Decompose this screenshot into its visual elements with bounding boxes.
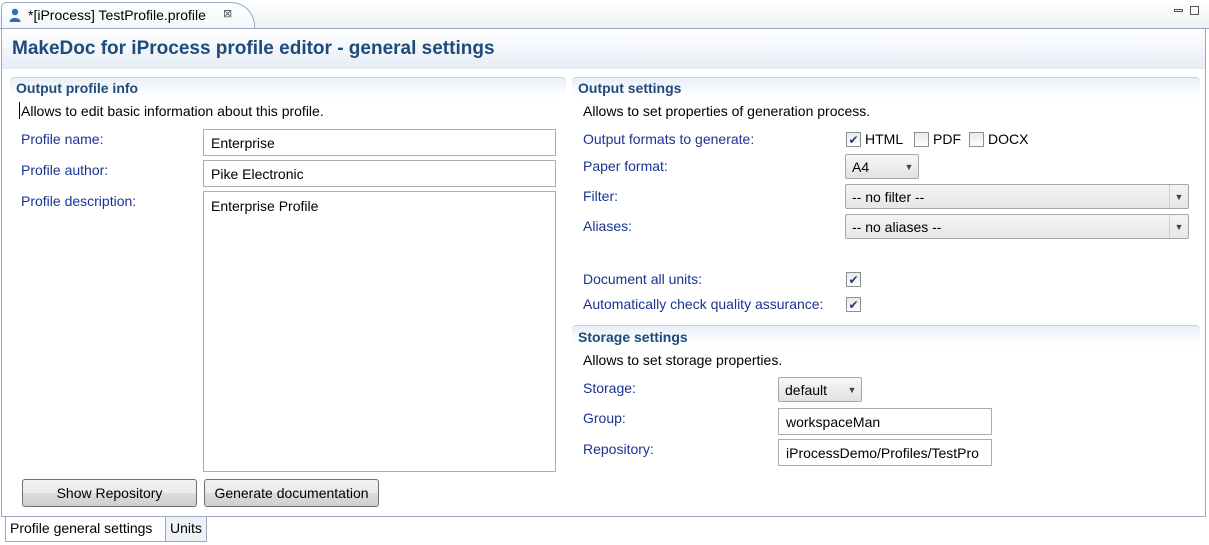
tab-units[interactable]: Units bbox=[165, 517, 207, 542]
output-settings-title: Output settings bbox=[578, 80, 682, 96]
storage-select[interactable]: default ▼ bbox=[778, 377, 862, 402]
group-input[interactable]: workspaceMan bbox=[778, 408, 992, 435]
generate-documentation-button[interactable]: Generate documentation bbox=[204, 479, 379, 507]
pdf-format-label: PDF bbox=[933, 131, 961, 147]
show-repository-button[interactable]: Show Repository bbox=[22, 479, 197, 507]
quality-assurance-checkbox[interactable]: ✔ bbox=[846, 297, 861, 312]
profile-name-input[interactable]: Enterprise bbox=[203, 129, 556, 156]
output-settings-description: Allows to set properties of generation p… bbox=[583, 103, 871, 119]
quality-assurance-label: Automatically check quality assurance: bbox=[583, 296, 824, 312]
profile-author-label: Profile author: bbox=[21, 162, 109, 178]
repository-label: Repository: bbox=[583, 441, 654, 457]
document-all-units-label: Document all units: bbox=[583, 271, 703, 287]
tab-profile-general-settings[interactable]: Profile general settings bbox=[5, 517, 166, 542]
storage-value: default bbox=[785, 382, 828, 398]
chevron-down-icon: ▼ bbox=[847, 384, 857, 395]
page-title: MakeDoc for iProcess profile editor - ge… bbox=[12, 38, 495, 59]
maximize-icon[interactable] bbox=[1190, 6, 1199, 15]
paper-format-value: A4 bbox=[852, 159, 870, 175]
profile-name-label: Profile name: bbox=[21, 131, 104, 147]
filter-label: Filter: bbox=[583, 188, 618, 204]
close-icon[interactable]: ⊠ bbox=[223, 7, 232, 20]
docx-checkbox[interactable] bbox=[969, 132, 984, 147]
text-cursor bbox=[19, 102, 20, 119]
paper-format-select[interactable]: A4 ▼ bbox=[845, 154, 919, 179]
editor-tab[interactable]: *[iProcess] TestProfile.profile ⊠ bbox=[1, 2, 255, 28]
chevron-down-icon: ▼ bbox=[1169, 215, 1188, 238]
profile-info-title: Output profile info bbox=[16, 80, 139, 96]
repository-input[interactable]: iProcessDemo/Profiles/TestPro bbox=[778, 439, 992, 466]
paper-format-label: Paper format: bbox=[583, 158, 668, 174]
profile-description-textarea[interactable]: Enterprise Profile bbox=[203, 191, 556, 472]
storage-settings-description: Allows to set storage properties. bbox=[583, 352, 783, 368]
html-checkbox[interactable]: ✔ bbox=[846, 132, 861, 147]
storage-settings-title: Storage settings bbox=[578, 329, 688, 345]
aliases-label: Aliases: bbox=[583, 218, 633, 234]
output-formats-label: Output formats to generate: bbox=[583, 131, 755, 147]
chevron-down-icon: ▼ bbox=[1169, 185, 1188, 208]
storage-label: Storage: bbox=[583, 380, 636, 396]
profile-description-label: Profile description: bbox=[21, 193, 137, 209]
filter-select[interactable]: -- no filter -- ▼ bbox=[845, 184, 1189, 209]
editor-tab-title: *[iProcess] TestProfile.profile bbox=[28, 7, 206, 23]
aliases-select[interactable]: -- no aliases -- ▼ bbox=[845, 214, 1189, 239]
chevron-down-icon: ▼ bbox=[904, 161, 914, 172]
pdf-checkbox[interactable] bbox=[914, 132, 929, 147]
docx-format-label: DOCX bbox=[988, 131, 1029, 147]
group-label: Group: bbox=[583, 410, 626, 426]
profile-author-input[interactable]: Pike Electronic bbox=[203, 160, 556, 187]
html-format-label: HTML bbox=[865, 131, 904, 147]
profile-info-description: Allows to edit basic information about t… bbox=[21, 103, 324, 119]
filter-value: -- no filter -- bbox=[852, 189, 925, 205]
document-all-units-checkbox[interactable]: ✔ bbox=[846, 272, 861, 287]
minimize-icon[interactable] bbox=[1174, 9, 1183, 12]
profile-icon bbox=[9, 8, 21, 22]
aliases-value: -- no aliases -- bbox=[852, 219, 942, 235]
